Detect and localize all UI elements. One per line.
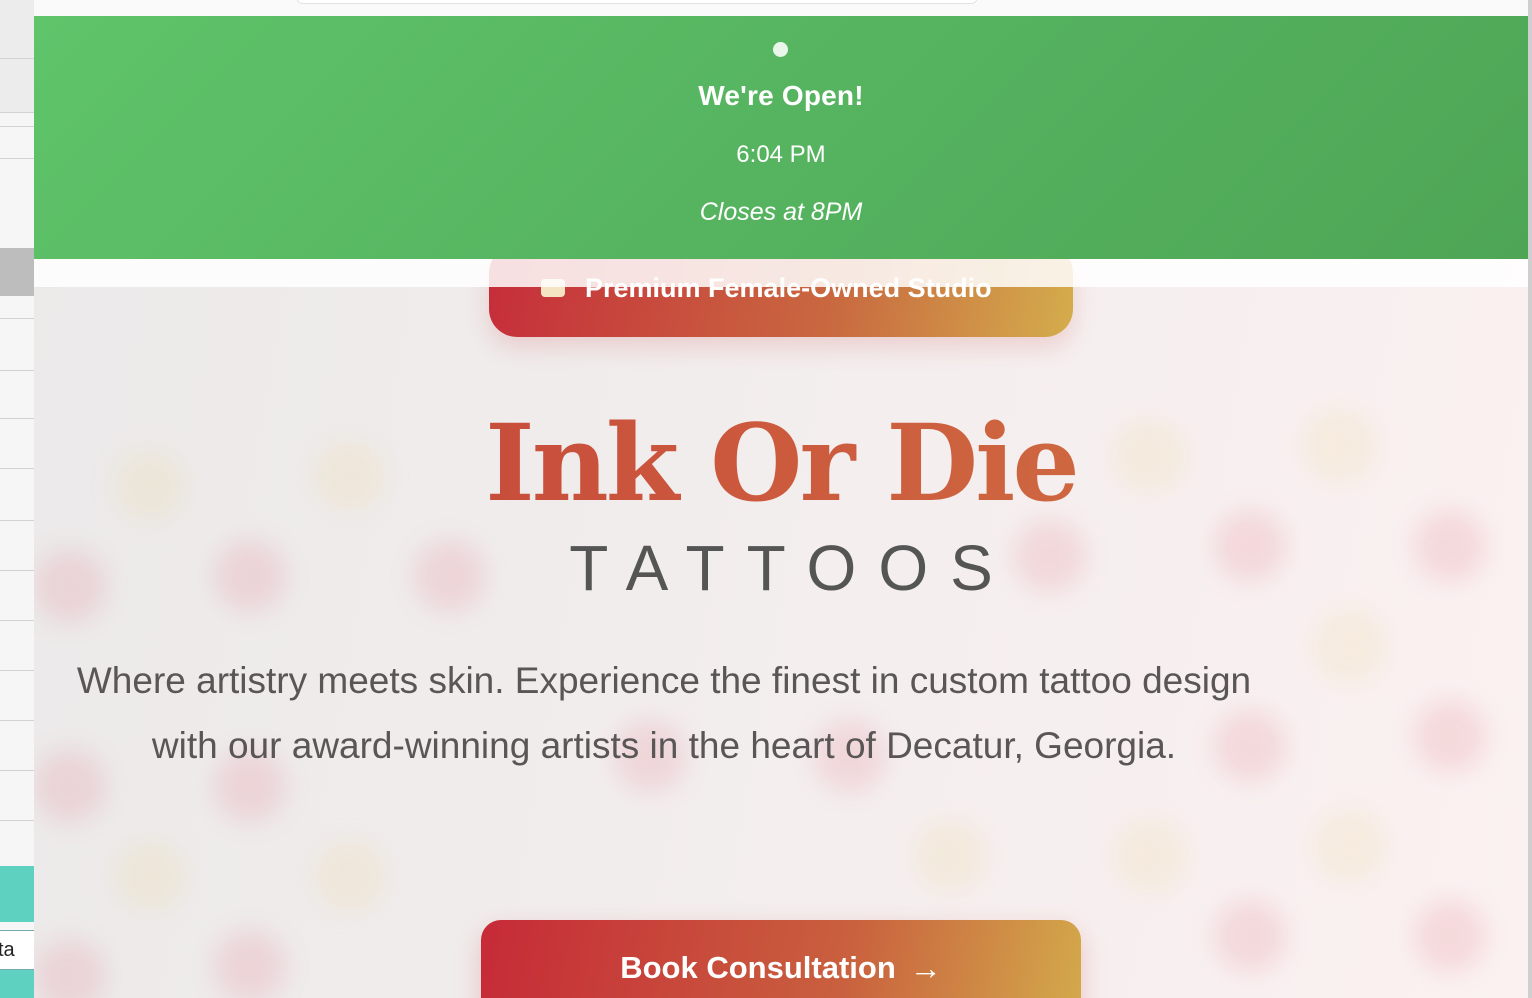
closing-time: Closes at 8PM	[699, 198, 863, 226]
book-consultation-content: Book Consultation →	[481, 950, 1081, 987]
book-consultation-label: Book Consultation	[620, 950, 896, 985]
spreadsheet-highlight-cell[interactable]	[0, 866, 34, 922]
spreadsheet-row-divider	[0, 820, 34, 821]
open-status-title: We're Open!	[698, 80, 864, 111]
spreadsheet-row-divider	[0, 370, 34, 371]
spreadsheet-row-divider	[0, 570, 34, 571]
spreadsheet-row-divider	[0, 670, 34, 671]
spreadsheet-row-divider	[0, 418, 34, 419]
spreadsheet-cell-text: ta	[0, 939, 15, 961]
spreadsheet-row-divider	[0, 468, 34, 469]
spreadsheet-row-divider	[0, 520, 34, 521]
hero-subtitle: TATTOOS	[569, 532, 1015, 604]
spreadsheet-row-divider	[0, 620, 34, 621]
spreadsheet-row-divider	[0, 126, 34, 127]
hero-title: Ink Or Die	[34, 398, 1528, 528]
spreadsheet-row-divider	[0, 720, 34, 721]
browser-window: Premium Female-Owned Studio We're Open! …	[34, 0, 1532, 998]
banner-shadow	[34, 259, 1528, 287]
spreadsheet-row-divider	[0, 770, 34, 771]
current-time: 6:04 PM	[736, 141, 826, 168]
spreadsheet-selected-band	[0, 248, 34, 296]
window-border	[1528, 0, 1532, 998]
book-consultation-button[interactable]: Book Consultation →	[481, 920, 1081, 998]
open-status-banner: We're Open! 6:04 PM Closes at 8PM	[34, 16, 1528, 259]
spreadsheet-row-divider	[0, 58, 34, 59]
browser-toolbar	[34, 0, 1528, 16]
status-indicator-icon	[773, 42, 788, 57]
background-app-window: ta	[0, 0, 35, 998]
spreadsheet-row-divider	[0, 158, 34, 159]
spreadsheet-highlight-cell[interactable]	[0, 970, 34, 998]
address-bar[interactable]	[296, 0, 978, 4]
spreadsheet-row-divider	[0, 112, 34, 113]
hero-description: Where artistry meets skin. Experience th…	[76, 660, 1252, 766]
arrow-right-icon: →	[909, 950, 942, 986]
background-toolbar	[0, 0, 34, 112]
spreadsheet-row-divider	[0, 318, 34, 319]
spreadsheet-cell[interactable]: ta	[0, 930, 34, 970]
